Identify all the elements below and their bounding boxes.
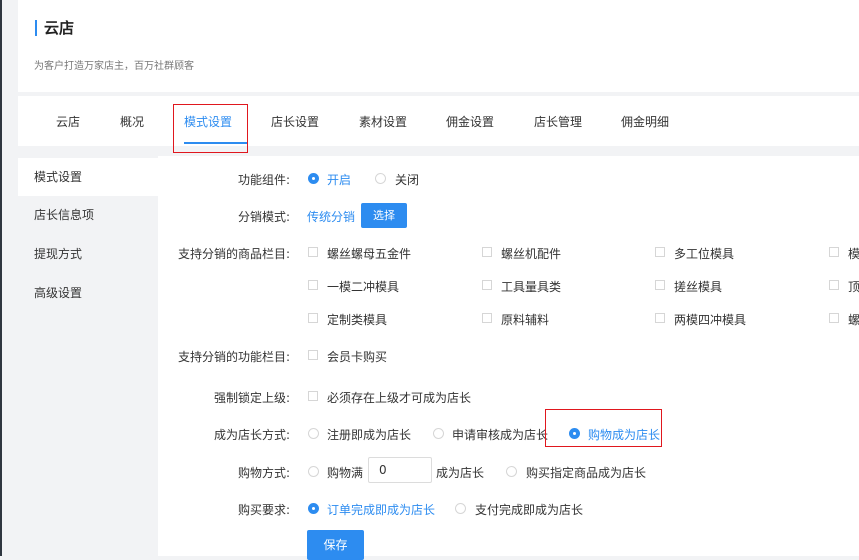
register-option[interactable]: 注册即成为店长 <box>327 426 411 443</box>
specific-product-option[interactable]: 购买指定商品成为店长 <box>526 464 646 481</box>
settings-form: 功能组件: 开启 关闭 分销模式: 传统分销 选择 支持分销的商品栏目: 螺丝螺… <box>158 156 859 560</box>
lock-superior-label: 强制锁定上级: <box>213 391 290 405</box>
become-manager-label: 成为店长方式: <box>213 428 290 442</box>
tab-commission-details[interactable]: 佣金明细 <box>621 113 669 130</box>
category-label[interactable]: 顶 <box>848 278 859 295</box>
order-complete-option[interactable]: 订单完成即成为店长 <box>327 501 435 518</box>
purchase-req-label: 购买要求: <box>237 503 290 517</box>
shopping-amount-prefix: 购物满 <box>327 466 364 480</box>
categories-label: 支持分销的商品栏目: <box>177 247 290 261</box>
category-label[interactable]: 多工位模具 <box>674 245 734 262</box>
feature-off-radio[interactable] <box>375 173 386 184</box>
apply-review-radio[interactable] <box>433 428 444 439</box>
shopping-amount-radio[interactable] <box>308 466 319 477</box>
category-label[interactable]: 原料辅料 <box>501 311 549 328</box>
title-accent-bar <box>35 20 37 36</box>
sidebar-item-withdraw-method[interactable]: 提现方式 <box>18 235 158 273</box>
category-label[interactable]: 螺丝螺母五金件 <box>327 245 411 262</box>
member-card-label[interactable]: 会员卡购买 <box>327 348 387 365</box>
feature-on-radio[interactable] <box>308 173 319 184</box>
tab-material-settings[interactable]: 素材设置 <box>359 113 407 130</box>
sidebar-item-mode-settings[interactable]: 模式设置 <box>18 158 158 196</box>
category-checkbox[interactable] <box>655 247 665 257</box>
payment-complete-radio[interactable] <box>455 503 466 514</box>
feature-on-label[interactable]: 开启 <box>327 171 351 188</box>
category-checkbox[interactable] <box>655 313 665 323</box>
dist-mode-value: 传统分销 <box>307 210 356 224</box>
tab-manager-settings[interactable]: 店长设置 <box>271 113 319 130</box>
left-edge <box>0 0 18 556</box>
order-complete-radio[interactable] <box>308 503 319 514</box>
tab-commission-settings[interactable]: 佣金设置 <box>446 113 494 130</box>
register-radio[interactable] <box>308 428 319 439</box>
category-checkbox[interactable] <box>482 280 492 290</box>
sidebar: 模式设置 店长信息项 提现方式 高级设置 <box>18 156 158 556</box>
shopping-amount-input[interactable] <box>368 457 432 483</box>
left-edge-strip <box>0 0 2 556</box>
category-label[interactable]: 搓丝模具 <box>674 278 722 295</box>
category-checkbox[interactable] <box>308 247 318 257</box>
feature-label: 功能组件: <box>237 173 290 187</box>
page-header: 云店 为客户打造万家店主，百万社群顾客 <box>18 0 859 92</box>
tab-overview[interactable]: 概况 <box>120 113 144 130</box>
shopping-amount-suffix: 成为店长 <box>436 466 485 480</box>
category-checkbox[interactable] <box>308 280 318 290</box>
category-label[interactable]: 螺 <box>848 311 859 328</box>
tab-yundian[interactable]: 云店 <box>56 113 80 130</box>
page-subtitle: 为客户打造万家店主，百万社群顾客 <box>34 61 194 72</box>
category-label[interactable]: 工具量具类 <box>501 278 561 295</box>
tab-bar: 云店 概况 模式设置 店长设置 素材设置 佣金设置 店长管理 佣金明细 <box>18 96 859 146</box>
category-label[interactable]: 模 <box>848 245 859 262</box>
category-label[interactable]: 两模四冲模具 <box>674 311 746 328</box>
specific-product-radio[interactable] <box>506 466 517 477</box>
lock-superior-option[interactable]: 必须存在上级才可成为店长 <box>327 389 471 406</box>
category-checkbox[interactable] <box>829 313 839 323</box>
category-checkbox[interactable] <box>829 280 839 290</box>
highlight-box-tab <box>173 104 248 153</box>
payment-complete-option[interactable]: 支付完成即成为店长 <box>475 501 583 518</box>
category-checkbox[interactable] <box>482 247 492 257</box>
category-checkbox[interactable] <box>655 280 665 290</box>
sidebar-item-advanced-settings[interactable]: 高级设置 <box>18 274 158 312</box>
category-checkbox[interactable] <box>308 313 318 323</box>
feature-off-label[interactable]: 关闭 <box>395 171 419 188</box>
category-label[interactable]: 螺丝机配件 <box>501 245 561 262</box>
category-label[interactable]: 定制类模具 <box>327 311 387 328</box>
highlight-box-purchase-option <box>545 409 662 447</box>
category-label[interactable]: 一模二冲模具 <box>327 278 399 295</box>
lock-superior-checkbox[interactable] <box>308 391 318 401</box>
select-dist-mode-button[interactable]: 选择 <box>361 203 407 228</box>
function-cols-label: 支持分销的功能栏目: <box>177 350 290 364</box>
sidebar-item-manager-info[interactable]: 店长信息项 <box>18 196 158 234</box>
shopping-label: 购物方式: <box>237 466 290 480</box>
category-checkbox[interactable] <box>829 247 839 257</box>
member-card-checkbox[interactable] <box>308 350 318 360</box>
apply-review-option[interactable]: 申请审核成为店长 <box>452 426 548 443</box>
dist-mode-label: 分销模式: <box>237 210 290 224</box>
tab-manager-management[interactable]: 店长管理 <box>534 113 582 130</box>
page-title: 云店 <box>44 19 75 37</box>
category-checkbox[interactable] <box>482 313 492 323</box>
